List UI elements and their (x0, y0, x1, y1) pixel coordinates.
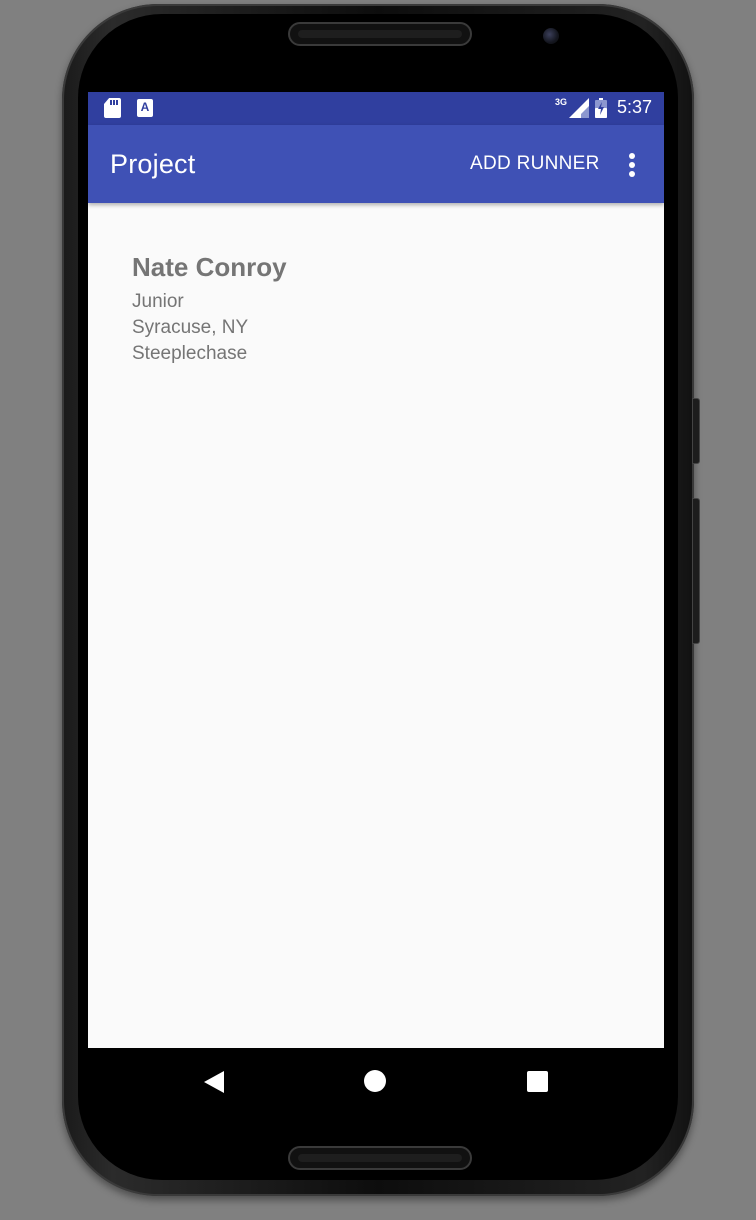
sd-card-icon (104, 98, 121, 118)
device-speaker-bottom (288, 1146, 472, 1170)
more-vert-icon[interactable] (622, 153, 642, 179)
navigation-bar (88, 1048, 668, 1118)
battery-charging-icon (594, 97, 607, 118)
status-notifications: A (104, 98, 153, 118)
back-icon[interactable] (204, 1071, 224, 1093)
status-system-icons: 3G 5:37 (555, 97, 652, 118)
a-notification-icon: A (137, 99, 153, 117)
signal-icon (568, 97, 589, 118)
runner-event: Steeplechase (132, 343, 248, 364)
runner-year: Junior (132, 291, 184, 312)
home-icon[interactable] (364, 1070, 386, 1092)
recents-icon[interactable] (527, 1071, 548, 1092)
app-screen: A 3G 5:37 Project ADD RUNNER Nate Conroy… (88, 92, 664, 1048)
device-camera (543, 28, 559, 44)
add-runner-button[interactable]: ADD RUNNER (470, 153, 600, 175)
device-side-button-upper (692, 398, 700, 464)
device-speaker-top (288, 22, 472, 46)
app-toolbar: Project ADD RUNNER (88, 125, 664, 203)
runner-hometown: Syracuse, NY (132, 317, 249, 338)
status-clock: 5:37 (616, 97, 652, 117)
runner-name: Nate Conroy (132, 252, 287, 282)
status-bar: A 3G 5:37 (88, 92, 664, 125)
network-type-label: 3G (554, 96, 567, 107)
device-side-button-lower (692, 498, 700, 644)
app-title: Project (110, 149, 196, 179)
list-item[interactable]: Nate Conroy Junior Syracuse, NY Steeplec… (132, 252, 287, 367)
